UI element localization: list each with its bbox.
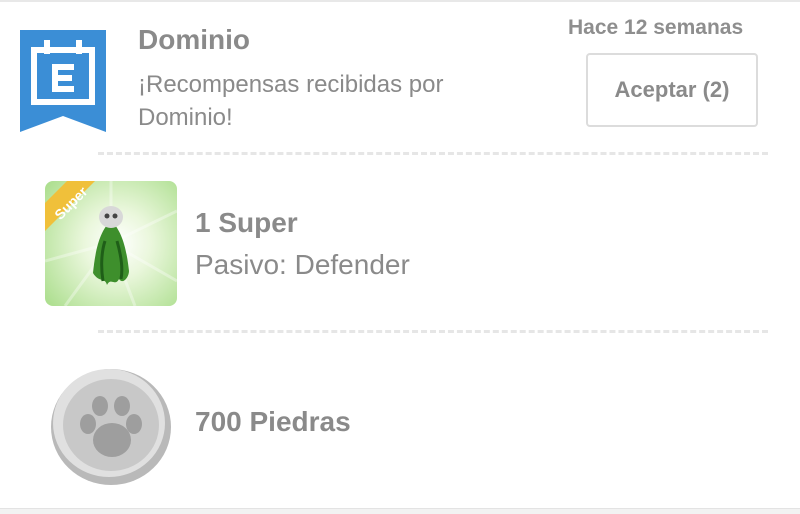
accept-button[interactable]: Aceptar (2) [586, 53, 758, 127]
notification-message: ¡Recompensas recibidas por Dominio! [138, 71, 444, 131]
notification-title: Dominio [138, 24, 250, 55]
divider [98, 152, 768, 155]
calendar-ribbon-icon [20, 30, 106, 132]
reward-title: 1 Super [195, 207, 298, 238]
paw-stone-icon [48, 362, 174, 488]
timestamp: Hace 12 semanas [568, 16, 744, 39]
super-card-icon: Super [45, 181, 177, 306]
reward-title: 700 Piedras [195, 406, 351, 437]
reward-subtitle: Pasivo: Defender [195, 249, 410, 280]
bottom-border [0, 508, 800, 514]
top-border [0, 0, 800, 2]
divider [98, 330, 768, 333]
